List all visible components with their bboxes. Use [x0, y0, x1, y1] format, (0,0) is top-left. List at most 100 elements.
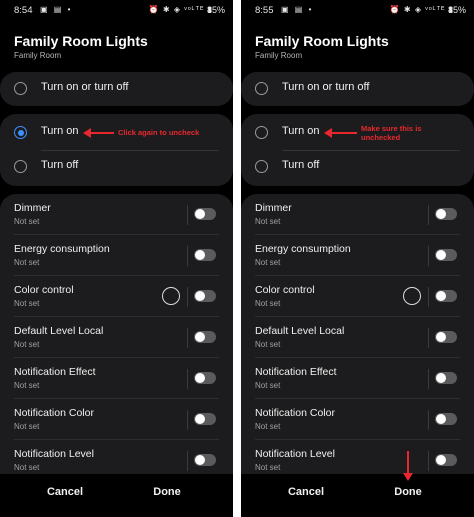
divider	[187, 410, 188, 430]
setting-value: Not set	[255, 217, 281, 226]
screen-gap	[233, 0, 241, 517]
color-picker-icon[interactable]	[403, 287, 421, 305]
toggle-switch[interactable]	[194, 208, 216, 220]
annotation-arrow-icon	[83, 128, 114, 138]
battery-level: 85%	[206, 5, 225, 15]
option-turn-on-or-off[interactable]: Turn on or turn off	[0, 73, 233, 105]
setting-name: Notification Effect	[14, 366, 96, 378]
radio-icon[interactable]	[255, 126, 268, 139]
setting-row-dimmer[interactable]: Dimmer Not set	[241, 194, 474, 235]
setting-value: Not set	[255, 422, 281, 431]
toggle-switch[interactable]	[435, 372, 457, 384]
setting-name: Notification Effect	[255, 366, 337, 378]
cancel-button[interactable]: Cancel	[25, 486, 105, 498]
setting-value: Not set	[14, 422, 40, 431]
setting-value: Not set	[255, 299, 281, 308]
phone-screen-left: 8:54 ▣ ▤ • ⏰ ✱ ◈ ᵛᵒᴸᵀᴱ ▮ 85% Family Room…	[0, 0, 233, 517]
page-subtitle: Family Room	[14, 51, 62, 60]
setting-name: Energy consumption	[14, 243, 110, 255]
setting-value: Not set	[14, 463, 40, 472]
toggle-switch[interactable]	[435, 290, 457, 302]
annotation-arrow-down-icon	[403, 451, 413, 481]
radio-icon[interactable]	[14, 82, 27, 95]
done-button[interactable]: Done	[127, 486, 207, 498]
cancel-button[interactable]: Cancel	[266, 486, 346, 498]
option-label: Turn on or turn off	[41, 81, 129, 93]
status-time: 8:55	[255, 5, 274, 16]
setting-row-color-control[interactable]: Color control Not set	[241, 276, 474, 317]
setting-row-default-level[interactable]: Default Level Local Not set	[241, 317, 474, 358]
annotation-arrow-icon	[324, 128, 357, 138]
option-card-power: Turn on or turn off	[0, 72, 233, 106]
toggle-switch[interactable]	[194, 372, 216, 384]
setting-row-energy[interactable]: Energy consumption Not set	[0, 235, 233, 276]
toggle-switch[interactable]	[194, 290, 216, 302]
option-label: Turn on or turn off	[282, 81, 370, 93]
page-subtitle: Family Room	[255, 51, 303, 60]
radio-icon[interactable]	[14, 160, 27, 173]
setting-name: Color control	[14, 284, 74, 296]
notification-icons: ▣ ▤ •	[40, 5, 73, 14]
divider	[187, 205, 188, 225]
setting-row-notification-effect[interactable]: Notification Effect Not set	[0, 358, 233, 399]
option-turn-on-or-off[interactable]: Turn on or turn off	[241, 73, 474, 105]
divider	[187, 328, 188, 348]
annotation-text: Make sure this is unchecked	[361, 124, 422, 142]
toggle-switch[interactable]	[435, 208, 457, 220]
bottom-action-bar: Cancel Done	[0, 474, 233, 517]
toggle-switch[interactable]	[435, 331, 457, 343]
option-label: Turn on	[41, 125, 79, 137]
radio-icon[interactable]	[255, 160, 268, 173]
setting-value: Not set	[255, 258, 281, 267]
setting-name: Dimmer	[14, 202, 51, 214]
page-title: Family Room Lights	[14, 33, 148, 49]
option-label: Turn off	[282, 159, 320, 171]
setting-row-notification-effect[interactable]: Notification Effect Not set	[241, 358, 474, 399]
setting-value: Not set	[255, 463, 281, 472]
setting-name: Default Level Local	[14, 325, 104, 337]
status-bar: 8:54 ▣ ▤ • ⏰ ✱ ◈ ᵛᵒᴸᵀᴱ ▮ 85%	[0, 0, 233, 20]
option-card-power: Turn on or turn off	[241, 72, 474, 106]
toggle-switch[interactable]	[435, 454, 457, 466]
setting-row-energy[interactable]: Energy consumption Not set	[241, 235, 474, 276]
setting-row-dimmer[interactable]: Dimmer Not set	[0, 194, 233, 235]
bottom-action-bar: Cancel Done	[241, 474, 474, 517]
done-button[interactable]: Done	[368, 486, 448, 498]
option-turn-off[interactable]: Turn off	[0, 151, 233, 183]
toggle-switch[interactable]	[435, 413, 457, 425]
setting-value: Not set	[255, 340, 281, 349]
setting-name: Notification Level	[14, 448, 94, 460]
setting-row-default-level[interactable]: Default Level Local Not set	[0, 317, 233, 358]
divider	[428, 287, 429, 307]
divider	[428, 410, 429, 430]
divider	[428, 451, 429, 471]
setting-row-color-control[interactable]: Color control Not set	[0, 276, 233, 317]
page-title: Family Room Lights	[255, 33, 389, 49]
setting-row-notification-color[interactable]: Notification Color Not set	[241, 399, 474, 440]
setting-name: Color control	[255, 284, 315, 296]
color-picker-icon[interactable]	[162, 287, 180, 305]
toggle-switch[interactable]	[194, 249, 216, 261]
status-time: 8:54	[14, 5, 33, 16]
phone-screen-right: 8:55 ▣ ▤ • ⏰ ✱ ◈ ᵛᵒᴸᵀᴱ ▮ 85% Family Room…	[241, 0, 474, 517]
radio-checked-icon[interactable]	[14, 126, 27, 139]
setting-name: Default Level Local	[255, 325, 345, 337]
setting-row-notification-color[interactable]: Notification Color Not set	[0, 399, 233, 440]
option-turn-off[interactable]: Turn off	[241, 151, 474, 183]
system-status-icons: ⏰ ✱ ◈ ᵛᵒᴸᵀᴱ ▮	[148, 5, 213, 14]
battery-level: 85%	[447, 5, 466, 15]
radio-icon[interactable]	[255, 82, 268, 95]
toggle-switch[interactable]	[194, 454, 216, 466]
toggle-switch[interactable]	[194, 331, 216, 343]
option-label: Turn on	[282, 125, 320, 137]
toggle-switch[interactable]	[194, 413, 216, 425]
divider	[187, 287, 188, 307]
setting-value: Not set	[14, 381, 40, 390]
toggle-switch[interactable]	[435, 249, 457, 261]
setting-value: Not set	[255, 381, 281, 390]
setting-name: Notification Level	[255, 448, 335, 460]
settings-card: Dimmer Not set Energy consumption Not se…	[0, 194, 233, 494]
setting-value: Not set	[14, 258, 40, 267]
settings-card: Dimmer Not set Energy consumption Not se…	[241, 194, 474, 494]
divider	[187, 451, 188, 471]
